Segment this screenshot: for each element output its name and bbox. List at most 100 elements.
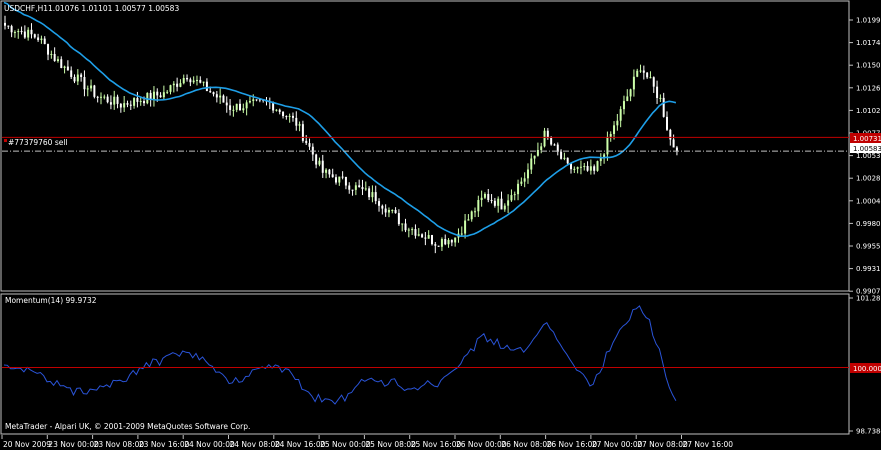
candle-body [579,166,582,168]
candle-body [573,168,576,170]
candle-body [566,157,569,164]
candle-body [560,151,563,159]
candle-body [656,86,659,99]
candle-body [239,103,242,111]
price-axis: 1.01990 1.01745 1.01505 1.01260 1.01020 1.007… [849,17,881,296]
candle-body [609,133,612,137]
candle-body [139,101,142,103]
candle-body [480,197,483,201]
candle-body [424,237,427,239]
candle-body [212,92,215,95]
price-axis-label: 1.00285 [856,175,881,183]
candle-body [533,155,536,159]
candle-body [103,96,106,98]
time-axis-label: 23 Nov 00:00 [48,440,99,449]
candle-body [66,66,69,71]
time-axis-label: 25 Nov 00:00 [320,440,371,449]
candle-body [550,138,553,145]
candle-body [93,85,96,97]
main-chart-panel[interactable] [0,0,850,292]
time-axis-label: 25 Nov 08:00 [365,440,416,449]
candle-body [7,25,10,27]
candle-body [586,165,589,171]
candle-body [20,31,23,33]
candle-body [421,234,424,238]
candle-body [411,229,414,231]
candle-body [43,38,46,45]
price-axis-label: 0.99555 [856,243,881,251]
candle-body [616,120,619,126]
candle-body [156,91,159,96]
candle-body [666,116,668,130]
candle-body [460,233,463,235]
candle-body [626,96,629,102]
candle-body [589,166,592,171]
candle-body [543,130,546,147]
candle-body [387,209,390,213]
candle-body [593,166,596,171]
candle-body [338,176,341,183]
candle-body [649,77,652,79]
candle-body [10,26,13,33]
candle-body [245,102,248,109]
candle-body [500,198,503,210]
price-axis-label: 1.01505 [856,62,881,70]
candle-body [553,144,556,146]
candle-body [520,181,523,184]
candle-body [450,239,453,243]
candle-body [152,91,155,100]
candle-body [652,77,655,87]
candle-body [232,109,235,111]
candle-body [642,70,645,73]
candle-body [328,169,331,175]
candle-body [318,160,321,165]
candle-body [447,239,450,245]
candle-body [464,220,467,234]
candle-body [659,97,662,99]
price-axis-label: 1.00530 [856,152,881,160]
candle-body [143,101,146,104]
candle-body [374,192,377,202]
candle-body [252,99,255,101]
candle-body [404,223,407,231]
candle-body [295,117,298,126]
candle-body [109,102,112,105]
momentum-panel[interactable] [0,293,850,435]
candle-body [298,124,301,126]
candle-body [63,66,66,68]
order-line-label[interactable]: #77379760 sell [8,138,68,147]
candle-body [417,234,420,236]
candle-body [129,104,132,106]
candle-body [427,235,430,239]
trading-chart-window[interactable]: 1.01990 1.01745 1.01505 1.01260 1.01020 1.007… [0,0,881,450]
candle-body [80,74,83,77]
time-axis-label: 27 Nov 16:00 [683,440,734,449]
candle-body [430,235,433,245]
price-axis-label: 1.01260 [856,84,881,92]
copyright-text: MetaTrader - Alpari UK, © 2001-2009 Meta… [5,422,250,431]
candle-body [305,140,308,144]
price-axis-label: 1.01990 [856,17,881,25]
candle-body [285,116,288,118]
candle-body [613,125,616,134]
candle-body [282,111,285,117]
time-axis-label: 20 Nov 2009 [3,440,51,449]
candle-body [361,187,364,190]
candle-body [13,32,16,34]
candle-body [209,91,212,93]
candle-body [368,188,371,198]
candle-body [113,96,116,105]
candle-body [133,98,136,106]
candle-body [523,178,526,182]
candle-body [119,103,122,108]
candle-body [225,102,228,106]
candle-body [86,88,89,90]
candle-body [530,158,533,170]
candle-body [526,169,529,179]
candle-body [632,76,635,90]
candle-body [513,194,516,196]
candle-body [73,76,76,82]
candle-body [434,244,437,246]
candle-body [440,239,443,247]
candle-body [215,94,218,98]
